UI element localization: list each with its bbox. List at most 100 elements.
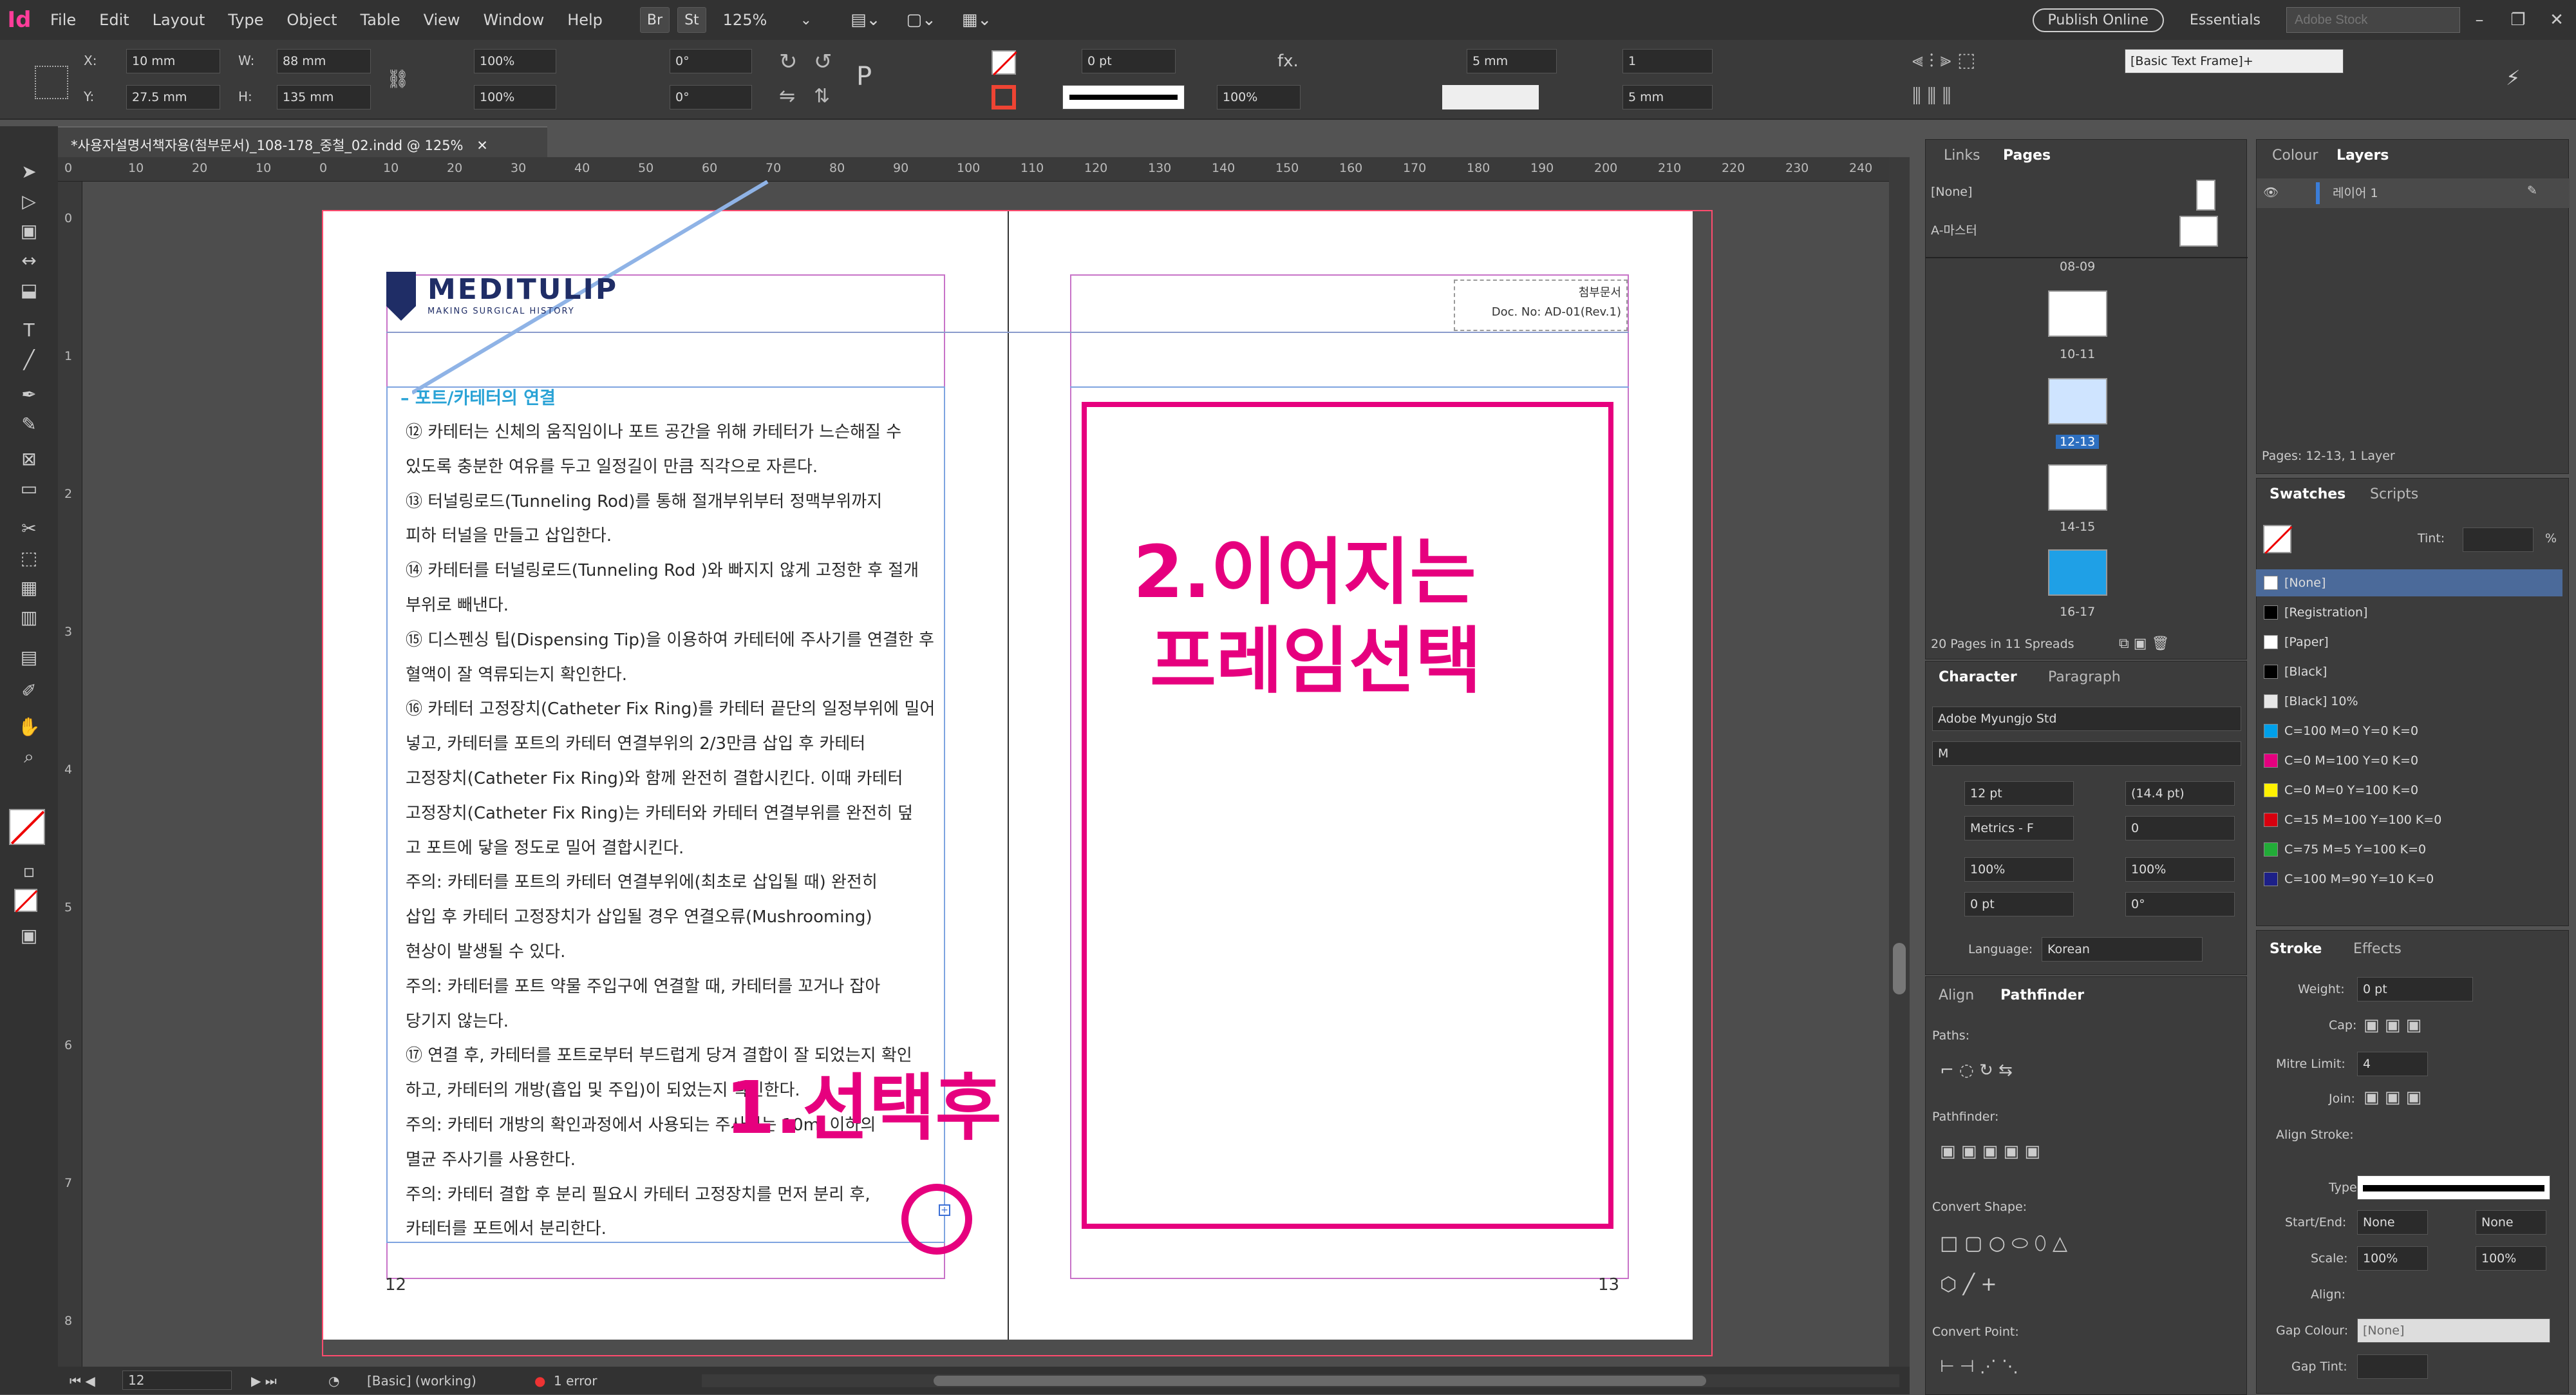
flip-horizontal-icon[interactable]: ⇋	[779, 85, 795, 108]
kerning-field[interactable]: Metrics - F	[1964, 816, 2074, 840]
restore-icon[interactable]: ❐	[2499, 10, 2537, 30]
direct-selection-tool-icon[interactable]: ▷	[14, 191, 44, 216]
a-master[interactable]: A-마스터	[1931, 221, 1977, 238]
zoom-tool-icon[interactable]: ⌕	[14, 746, 44, 772]
scissors-tool-icon[interactable]: ✂	[14, 518, 44, 544]
visibility-eye-icon[interactable]: 👁	[2263, 185, 2279, 200]
vertical-ruler[interactable]: 0 1 2 3 4 5 6 7 8	[58, 182, 82, 1367]
font-size-field[interactable]: 12 pt	[1964, 781, 2074, 806]
swatch-row[interactable]: [Black]	[2256, 658, 2562, 685]
gradient-swatch-tool-icon[interactable]: ▦	[14, 577, 44, 603]
spread-thumb-08-09[interactable]	[2048, 290, 2107, 337]
close-icon[interactable]: ✕	[2537, 10, 2576, 30]
rotation-field[interactable]: 0°	[670, 49, 752, 73]
document-tab[interactable]: *사용자설명서책자용(첨부문서)_108-178_중철_02.indd @ 12…	[58, 126, 547, 157]
spread-thumb-12-13[interactable]	[2048, 378, 2107, 424]
flip-vertical-icon[interactable]: ⇅	[814, 85, 830, 108]
skew-field[interactable]: 0°	[2125, 892, 2235, 916]
apply-none-icon[interactable]	[14, 889, 38, 913]
pathfinder-ops-icons[interactable]: ▣ ▣ ▣ ▣ ▣	[1940, 1142, 2040, 1161]
error-count[interactable]: 1 error	[554, 1373, 597, 1389]
layer-name[interactable]: 레이어 1	[2333, 184, 2378, 201]
fill-stroke-icon[interactable]	[9, 809, 45, 845]
stroke-weight-field[interactable]: 0 pt	[1082, 49, 1176, 73]
gap-tint-field[interactable]	[2357, 1354, 2428, 1379]
drop-shadow-box[interactable]	[1442, 85, 1539, 109]
view-options-icon[interactable]: ▤⌄	[851, 10, 880, 30]
width-field[interactable]: 88 mm	[277, 49, 371, 73]
h-scroll-thumb[interactable]	[934, 1376, 1706, 1386]
page-number-field[interactable]: 12	[122, 1371, 232, 1390]
bridge-button[interactable]: Br	[639, 7, 670, 33]
language-select[interactable]: Korean	[2042, 937, 2203, 962]
mitre-field[interactable]: 4	[2357, 1052, 2428, 1076]
convert-shape-icons[interactable]: □ ▢ ○ ⬭ ⬯ △	[1940, 1232, 2067, 1255]
selection-tool-icon[interactable]: ➤	[14, 161, 44, 187]
minimize-icon[interactable]: –	[2460, 10, 2499, 30]
x-field[interactable]: 10 mm	[126, 49, 220, 73]
preflight-icon[interactable]: ◔	[328, 1373, 339, 1389]
scroll-thumb[interactable]	[1893, 943, 1906, 994]
workspace-switcher[interactable]: Essentials	[2190, 12, 2261, 28]
columns-field[interactable]: 1	[1622, 49, 1713, 73]
reference-point-icon[interactable]	[35, 66, 68, 99]
menu-object[interactable]: Object	[275, 11, 348, 29]
formatting-icon[interactable]: ▫	[14, 860, 44, 886]
tab-stroke[interactable]: Stroke	[2270, 941, 2322, 957]
baseline-shift-field[interactable]: 0 pt	[1964, 892, 2074, 916]
gap-colour-select[interactable]: [None]	[2357, 1318, 2550, 1343]
publish-online-button[interactable]: Publish Online	[2032, 8, 2164, 32]
quick-apply-icon[interactable]: ⚡	[2506, 66, 2520, 90]
tab-links[interactable]: Links	[1944, 147, 1980, 164]
swatch-row[interactable]: [Black] 10%	[2256, 688, 2562, 715]
page-tool-icon[interactable]: ▣	[14, 220, 44, 246]
scale-end-field[interactable]: 100%	[2476, 1246, 2546, 1271]
spread-thumb-16-17[interactable]	[2048, 549, 2107, 596]
menu-window[interactable]: Window	[472, 11, 556, 29]
tab-scripts[interactable]: Scripts	[2370, 486, 2418, 502]
stock-button[interactable]: St	[677, 7, 706, 33]
font-style-select[interactable]: M	[1932, 741, 2241, 766]
close-tab-icon[interactable]: ✕	[476, 138, 488, 153]
tab-colour[interactable]: Colour	[2272, 147, 2318, 164]
none-master-thumb[interactable]	[2196, 180, 2215, 211]
horizontal-scrollbar[interactable]	[702, 1374, 1899, 1387]
text-offset-field[interactable]: 5 mm	[1467, 49, 1557, 73]
align-left-icon[interactable]: ⫷ ⫶ ⫸ ⬚	[1912, 49, 1975, 71]
tab-pathfinder[interactable]: Pathfinder	[2000, 987, 2084, 1003]
stock-search-input[interactable]	[2286, 7, 2460, 33]
vertical-scale-field[interactable]: 100%	[1964, 857, 2074, 882]
scale-y-field[interactable]: 100%	[474, 85, 556, 109]
gradient-feather-tool-icon[interactable]: ▥	[14, 607, 44, 632]
menu-table[interactable]: Table	[349, 11, 412, 29]
tab-paragraph[interactable]: Paragraph	[2048, 669, 2121, 685]
zoom-level[interactable]: 125%	[723, 11, 800, 29]
convert-point-icons[interactable]: ⊢ ⊣ ⋰ ⋱	[1940, 1357, 2018, 1376]
stroke-type-select[interactable]	[1062, 85, 1185, 109]
tab-layers[interactable]: Layers	[2336, 147, 2389, 164]
a-master-thumb[interactable]	[2179, 216, 2218, 247]
paragraph-icon[interactable]: P	[856, 62, 872, 91]
height-field[interactable]: 135 mm	[277, 85, 371, 109]
tracking-field[interactable]: 0	[2125, 816, 2235, 840]
column-gap-field[interactable]: 5 mm	[1622, 85, 1713, 109]
tab-character[interactable]: Character	[1939, 669, 2017, 685]
swatch-fill-stroke-icon[interactable]	[2263, 525, 2293, 555]
menu-file[interactable]: File	[39, 11, 88, 29]
menu-help[interactable]: Help	[556, 11, 614, 29]
end-select[interactable]: None	[2476, 1210, 2546, 1235]
font-family-select[interactable]: Adobe Myungjo Std	[1932, 707, 2241, 731]
swatch-row[interactable]: [None]	[2256, 569, 2562, 596]
horizontal-scale-field[interactable]: 100%	[2125, 857, 2235, 882]
cap-icons[interactable]: ▣ ▣ ▣	[2364, 1016, 2421, 1035]
target-text-frame[interactable]	[1082, 402, 1613, 1229]
arrange-documents-icon[interactable]: ▦⌄	[962, 10, 992, 30]
distribute-icon[interactable]: ⫼ ⫼ ⫼	[1912, 85, 1951, 108]
swatch-row[interactable]: C=100 M=90 Y=10 K=0	[2256, 866, 2562, 893]
scale-start-field[interactable]: 100%	[2357, 1246, 2428, 1271]
menu-edit[interactable]: Edit	[88, 11, 140, 29]
free-transform-tool-icon[interactable]: ⬚	[14, 547, 44, 573]
pencil-tool-icon[interactable]: ✎	[14, 413, 44, 439]
gap-tool-icon[interactable]: ↔	[14, 250, 44, 276]
swatch-row[interactable]: C=0 M=100 Y=0 K=0	[2256, 747, 2562, 774]
